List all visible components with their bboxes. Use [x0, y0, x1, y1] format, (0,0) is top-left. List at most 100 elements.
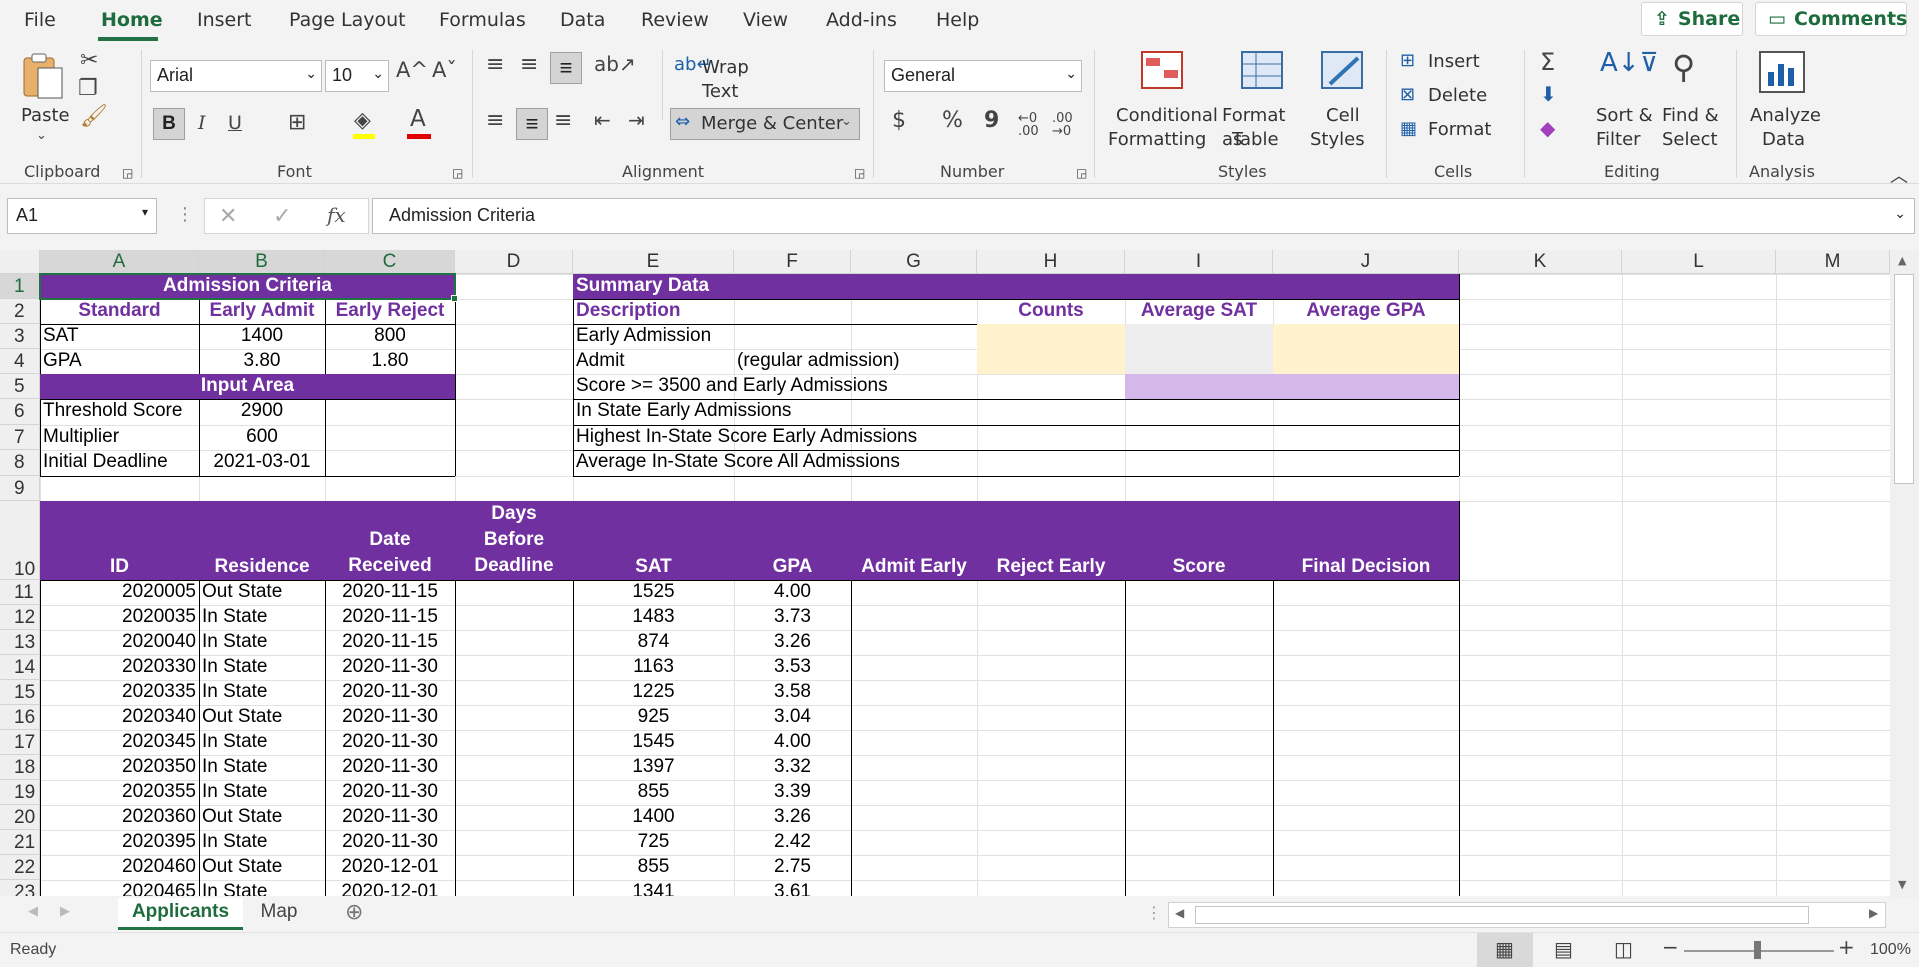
table-cell-sat[interactable]: 925	[573, 705, 734, 730]
table-cell-date[interactable]: 2020-11-30	[325, 830, 455, 855]
table-header-days-before-deadline[interactable]: Days Before Deadline	[455, 501, 573, 580]
table-cell-date[interactable]: 2020-11-30	[325, 680, 455, 705]
table-cell-id[interactable]: 2020460	[40, 855, 199, 880]
summary-item[interactable]: Highest In-State Score Early Admissions	[573, 425, 977, 450]
tab-insert[interactable]: Insert	[197, 9, 252, 31]
table-cell-sat[interactable]: 725	[573, 830, 734, 855]
row-header-23[interactable]: 23	[0, 880, 40, 896]
find-select-button[interactable]: ⚲ Find & Select	[1658, 48, 1726, 154]
dialog-launcher-icon[interactable]: ◲	[1076, 166, 1087, 180]
row-header-21[interactable]: 21	[0, 830, 40, 855]
table-cell-sat[interactable]: 1225	[573, 680, 734, 705]
align-center-button[interactable]: ≡	[516, 108, 548, 140]
table-cell-sat[interactable]: 874	[573, 630, 734, 655]
normal-view-button[interactable]: ▦	[1477, 933, 1533, 967]
splitter-icon[interactable]: ⋮	[1146, 903, 1162, 922]
table-cell-residence[interactable]: In State	[199, 655, 325, 680]
format-as-table-button[interactable]: Format as Table	[1220, 48, 1304, 154]
table-cell-id[interactable]: 2020035	[40, 605, 199, 630]
scroll-right-icon[interactable]: ▶	[1869, 906, 1878, 920]
table-cell-residence[interactable]: Out State	[199, 580, 325, 605]
font-name-select[interactable]: Arial ⌄	[150, 60, 322, 92]
tab-page-layout[interactable]: Page Layout	[289, 9, 406, 31]
align-bottom-button[interactable]: ≡	[550, 52, 582, 84]
row-header-16[interactable]: 16	[0, 705, 40, 730]
cell-styles-button[interactable]: Cell Styles	[1306, 48, 1382, 154]
dialog-launcher-icon[interactable]: ◲	[122, 166, 133, 180]
table-cell-residence[interactable]: In State	[199, 880, 325, 896]
summary-avg-gpa-header[interactable]: Average GPA	[1273, 299, 1459, 324]
row-header-5[interactable]: 5	[0, 374, 40, 399]
summary-title[interactable]: Summary Data	[573, 274, 1459, 299]
horizontal-scrollbar[interactable]: ◀ ▶	[1168, 902, 1886, 928]
page-break-view-icon[interactable]: ◫	[1614, 937, 1633, 961]
tab-add-ins[interactable]: Add-ins	[826, 9, 897, 31]
table-cell-gpa[interactable]: 4.00	[734, 730, 851, 755]
delete-cells-button[interactable]: ⊠ Delete	[1400, 84, 1504, 110]
table-cell-date[interactable]: 2020-11-30	[325, 655, 455, 680]
table-cell-residence[interactable]: In State	[199, 780, 325, 805]
criteria-early-reject[interactable]: 1.80	[325, 349, 455, 374]
table-cell-date[interactable]: 2020-11-30	[325, 705, 455, 730]
table-cell-sat[interactable]: 855	[573, 855, 734, 880]
page-layout-view-icon[interactable]: ▤	[1554, 937, 1573, 961]
table-header-date-received[interactable]: Date Received	[325, 501, 455, 580]
table-cell-id[interactable]: 2020360	[40, 805, 199, 830]
criteria-early-admit[interactable]: 1400	[199, 324, 325, 349]
input-area-title[interactable]: Input Area	[40, 374, 455, 399]
increase-font-size-icon[interactable]: A^	[396, 58, 428, 82]
criteria-early-reject[interactable]: 800	[325, 324, 455, 349]
row-header-4[interactable]: 4	[0, 349, 40, 374]
align-left-icon[interactable]: ≡	[486, 108, 504, 133]
align-right-icon[interactable]: ≡	[554, 108, 572, 133]
table-cell-gpa[interactable]: 2.42	[734, 830, 851, 855]
input-label[interactable]: Threshold Score	[40, 399, 199, 425]
sort-filter-button[interactable]: A↓⊽ Sort & Filter	[1592, 48, 1659, 154]
table-cell-residence[interactable]: Out State	[199, 855, 325, 880]
more-options-icon[interactable]: ⋮	[176, 204, 194, 225]
share-button[interactable]: ⇪ Share	[1641, 2, 1743, 36]
row-header-9[interactable]: 9	[0, 476, 40, 501]
fill-icon[interactable]: ⬇	[1540, 82, 1557, 106]
column-header-a[interactable]: A	[40, 250, 199, 274]
table-cell-id[interactable]: 2020350	[40, 755, 199, 780]
table-header-residence[interactable]: Residence	[199, 501, 325, 580]
column-header-j[interactable]: J	[1273, 250, 1459, 274]
align-top-icon[interactable]: ≡	[486, 52, 504, 77]
table-header-gpa[interactable]: GPA	[734, 501, 851, 580]
table-cell-gpa[interactable]: 3.04	[734, 705, 851, 730]
dialog-launcher-icon[interactable]: ◲	[854, 166, 865, 180]
table-cell-gpa[interactable]: 2.75	[734, 855, 851, 880]
row-header-15[interactable]: 15	[0, 680, 40, 705]
table-cell-gpa[interactable]: 3.26	[734, 805, 851, 830]
summary-counts-header[interactable]: Counts	[977, 299, 1125, 324]
scroll-up-icon[interactable]: ▲	[1898, 254, 1906, 267]
summary-description-header[interactable]: Description	[573, 299, 977, 324]
criteria-early-admit[interactable]: 3.80	[199, 349, 325, 374]
row-header-8[interactable]: 8	[0, 450, 40, 476]
active-cell-selection[interactable]	[39, 273, 456, 300]
table-header-final-decision[interactable]: Final Decision	[1273, 501, 1459, 580]
column-header-i[interactable]: I	[1125, 250, 1273, 274]
table-cell-gpa[interactable]: 3.53	[734, 655, 851, 680]
vertical-scrollbar[interactable]: ▲ ▼	[1890, 250, 1919, 898]
bold-button[interactable]: B	[153, 108, 185, 140]
table-cell-id[interactable]: 2020395	[40, 830, 199, 855]
underline-button[interactable]: U	[228, 112, 242, 134]
column-header-d[interactable]: D	[455, 250, 573, 274]
row-header-10[interactable]: 10	[0, 501, 40, 580]
conditional-formatting-button[interactable]: Conditional Formatting	[1106, 48, 1218, 154]
table-cell-id[interactable]: 2020005	[40, 580, 199, 605]
table-cell-gpa[interactable]: 3.58	[734, 680, 851, 705]
number-format-select[interactable]: General ⌄	[884, 60, 1082, 92]
row-header-7[interactable]: 7	[0, 425, 40, 450]
tab-view[interactable]: View	[743, 9, 788, 31]
autosum-icon[interactable]: Σ	[1540, 48, 1555, 76]
table-header-id[interactable]: ID	[40, 501, 199, 580]
tab-review[interactable]: Review	[641, 9, 709, 31]
name-box[interactable]: A1 ▾	[7, 198, 157, 234]
format-cells-button[interactable]: ▦ Format	[1400, 118, 1504, 144]
add-sheet-icon[interactable]: ⊕	[345, 900, 363, 925]
prev-sheet-icon[interactable]: ◀	[28, 904, 38, 919]
row-header-12[interactable]: 12	[0, 605, 40, 630]
